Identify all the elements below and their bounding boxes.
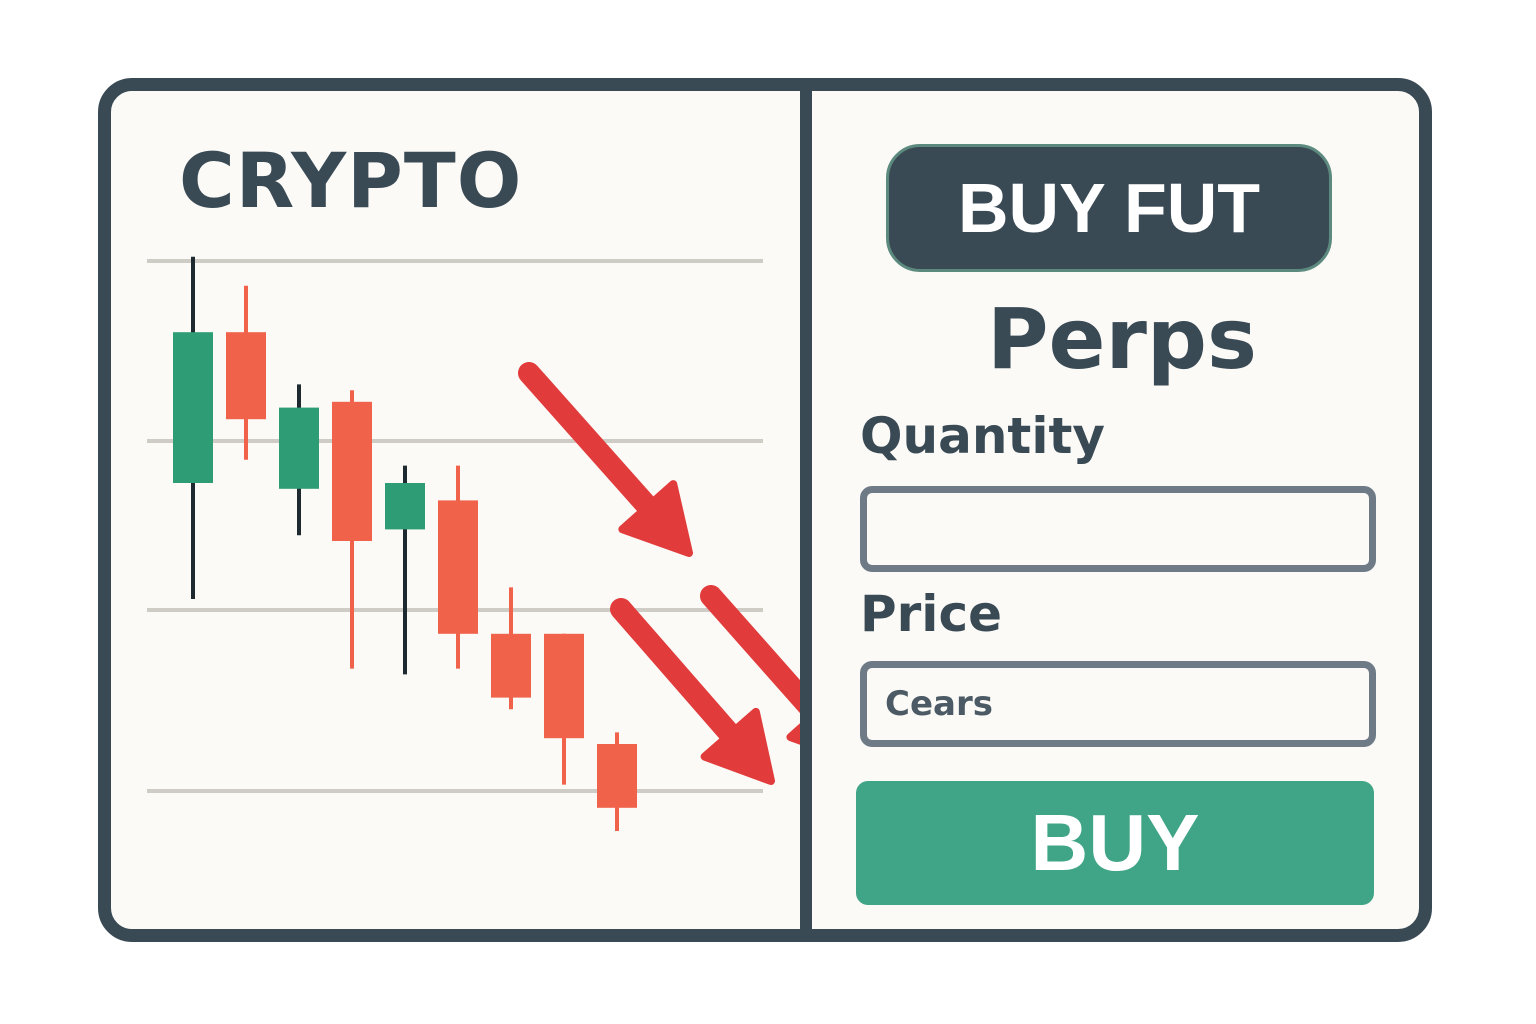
- quantity-label: Quantity: [860, 407, 1105, 465]
- candle: [385, 465, 425, 675]
- panel-divider: [800, 91, 812, 929]
- candle-body: [544, 633, 584, 739]
- candle-body: [385, 483, 425, 530]
- chart-candles: [173, 256, 637, 831]
- price-label: Price: [860, 585, 1002, 643]
- market-title: Perps: [986, 290, 1258, 388]
- candlestick-chart: [147, 256, 800, 831]
- candle: [226, 285, 266, 460]
- trend-arrow: [518, 362, 693, 557]
- candle-body: [279, 407, 319, 489]
- price-input[interactable]: [860, 661, 1376, 747]
- candle-body: [491, 633, 531, 698]
- candle-body: [597, 744, 637, 808]
- candle: [544, 633, 584, 785]
- candle-body: [173, 332, 213, 483]
- buy-button[interactable]: BUY: [856, 781, 1374, 905]
- chart-panel: CRYPTO: [111, 91, 800, 929]
- trade-panel: BUY FUT Perps Quantity Price BUY: [812, 91, 1419, 929]
- candle-body: [438, 500, 478, 634]
- candle-body: [332, 401, 372, 541]
- candle: [438, 465, 478, 669]
- candle: [597, 732, 637, 831]
- candle: [491, 587, 531, 710]
- trading-window: CRYPTO BUY FUT Perps Quantity Price BUY: [98, 78, 1432, 942]
- buy-futures-button[interactable]: BUY FUT: [886, 144, 1332, 272]
- quantity-input[interactable]: [860, 486, 1376, 572]
- candle-body: [226, 332, 266, 420]
- candle: [332, 390, 372, 669]
- candle: [279, 384, 319, 536]
- candle: [173, 256, 213, 599]
